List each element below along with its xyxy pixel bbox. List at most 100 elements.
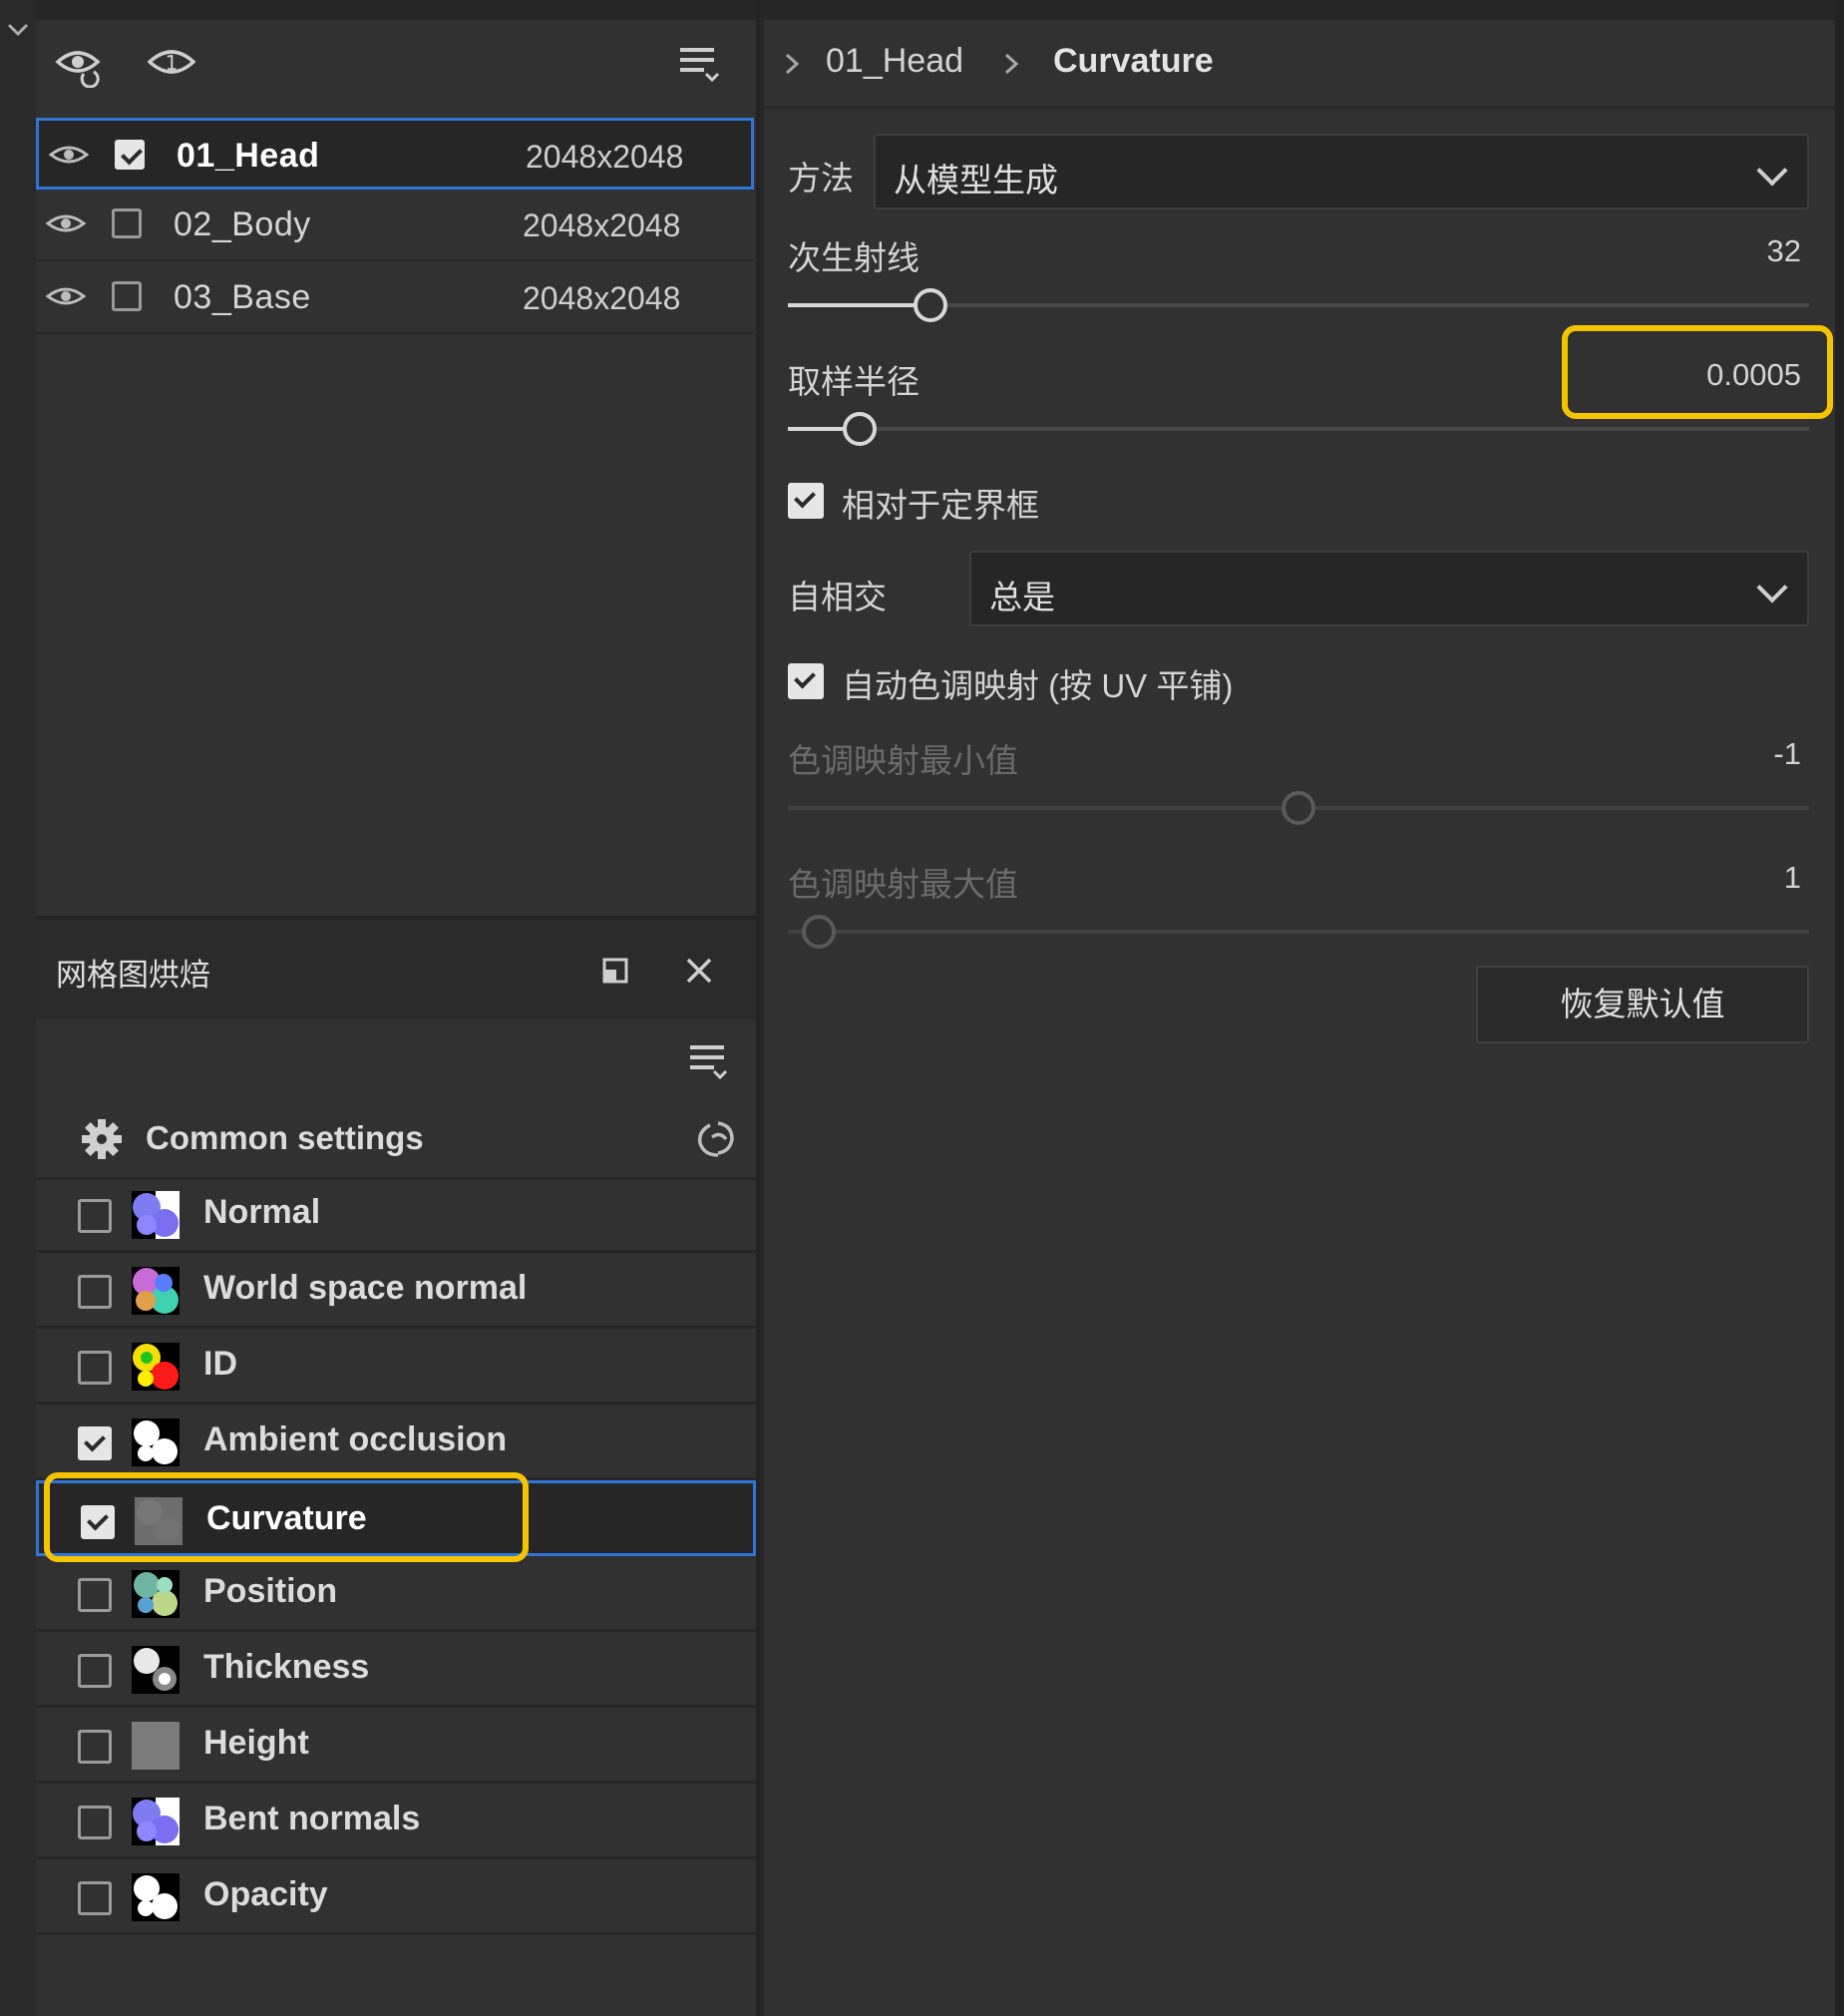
tonemap-min-value: -1 [1773, 736, 1801, 771]
breadcrumb-item-current: Curvature [1053, 42, 1214, 80]
layer-checkbox[interactable] [112, 281, 142, 311]
world-space-normal-map-icon [132, 1267, 180, 1315]
bake-map-label: Height [203, 1724, 309, 1762]
eye-one-icon[interactable]: 1 [148, 40, 195, 88]
layer-name: 03_Base [174, 278, 311, 316]
auto-tonemap-checkbox[interactable] [788, 663, 824, 699]
panel-top-border [764, 0, 1839, 20]
link-settings-icon[interactable] [690, 1117, 740, 1163]
properties-panel: 01_Head Curvature 方法 从模型生成 次生射线 32 取样半径 … [760, 0, 1839, 2016]
list-options-icon[interactable] [674, 40, 722, 88]
visibility-refresh-icon[interactable] [54, 40, 102, 88]
tonemap-max-label: 色调映射最大值 [788, 866, 1018, 903]
thickness-map-icon [132, 1646, 180, 1694]
relative-to-bbox-label: 相对于定界框 [842, 487, 1039, 524]
tonemap-max-value: 1 [1783, 860, 1801, 895]
bake-map-row[interactable]: Thickness [36, 1632, 756, 1708]
bake-map-checkbox[interactable] [78, 1199, 112, 1233]
chevron-down-icon [1756, 572, 1788, 604]
eye-icon[interactable] [46, 282, 86, 310]
bake-map-row[interactable]: Ambient occlusion [36, 1405, 756, 1480]
id-map-icon [132, 1343, 180, 1391]
bake-map-checkbox[interactable] [78, 1881, 112, 1915]
layer-row[interactable]: 03_Base 2048x2048 [36, 262, 754, 334]
slider-handle[interactable] [1282, 791, 1315, 825]
chevron-down-icon [1756, 155, 1788, 187]
bake-map-checkbox[interactable] [78, 1426, 112, 1460]
bake-map-checkbox[interactable] [78, 1654, 112, 1688]
self-intersect-dropdown[interactable]: 总是 [969, 551, 1809, 626]
bake-map-label: Bent normals [203, 1800, 421, 1837]
bake-map-label: Normal [203, 1193, 321, 1231]
layer-resolution: 2048x2048 [523, 207, 681, 243]
left-toolbar-strip [0, 0, 38, 2016]
slider-handle[interactable] [914, 288, 948, 322]
slider-handle[interactable] [842, 412, 877, 446]
breadcrumb-item-texture-set[interactable]: 01_Head [826, 42, 963, 81]
layer-row[interactable]: 01_Head 2048x2048 [36, 118, 754, 190]
sampling-radius-highlight [1562, 325, 1833, 419]
sampling-radius-label: 取样半径 [788, 363, 920, 400]
layer-resolution: 2048x2048 [523, 280, 681, 316]
layer-row[interactable]: 02_Body 2048x2048 [36, 190, 754, 261]
bake-map-label: Ambient occlusion [203, 1420, 508, 1458]
close-icon[interactable] [684, 956, 714, 986]
tonemap-min-label: 色调映射最小值 [788, 742, 1018, 779]
secondary-rays-label: 次生射线 [788, 239, 920, 276]
chevron-down-icon[interactable] [6, 20, 30, 40]
relative-to-bbox-checkbox[interactable] [788, 483, 824, 519]
layer-checkbox[interactable] [115, 140, 145, 170]
layer-resolution: 2048x2048 [526, 139, 684, 175]
method-label: 方法 [788, 160, 854, 197]
bake-map-checkbox[interactable] [78, 1578, 112, 1612]
reset-defaults-button[interactable]: 恢复默认值 [1476, 966, 1809, 1043]
bake-map-row[interactable]: Normal [36, 1177, 756, 1253]
bake-map-checkbox[interactable] [78, 1275, 112, 1309]
bake-map-row[interactable]: Position [36, 1556, 756, 1632]
chevron-right-icon [1004, 53, 1019, 75]
left-panel: 1 01_Head 2048x2048 02_Body 2048x2048 03_Bas… [36, 0, 756, 2016]
svg-text:1: 1 [166, 51, 179, 75]
eye-icon[interactable] [46, 209, 86, 237]
normal-map-icon [132, 1191, 180, 1239]
curvature-highlight [44, 1472, 529, 1562]
method-dropdown[interactable]: 从模型生成 [874, 134, 1809, 209]
method-value: 从模型生成 [894, 162, 1058, 199]
bent-normals-map-icon [132, 1798, 180, 1845]
self-intersect-value: 总是 [989, 579, 1055, 615]
bake-map-label: World space normal [203, 1269, 528, 1307]
slider-fill [788, 303, 931, 307]
layer-name: 02_Body [174, 205, 311, 243]
bake-map-label: Thickness [203, 1648, 370, 1686]
bake-map-checkbox[interactable] [78, 1730, 112, 1764]
opacity-map-icon [132, 1873, 180, 1921]
bake-map-row[interactable]: Height [36, 1708, 756, 1784]
bake-list-options-icon[interactable] [684, 1037, 732, 1085]
bake-map-row[interactable]: World space normal [36, 1253, 756, 1329]
layer-name: 01_Head [177, 137, 320, 175]
secondary-rays-value[interactable]: 32 [1661, 233, 1801, 269]
auto-tonemap-label: 自动色调映射 (按 UV 平铺) [842, 667, 1234, 704]
eye-icon[interactable] [49, 141, 89, 169]
ambient-occlusion-map-icon [132, 1418, 180, 1466]
self-intersect-label: 自相交 [788, 579, 887, 615]
gear-icon [82, 1119, 122, 1159]
common-settings-label: Common settings [146, 1119, 424, 1156]
bake-panel-header: 网格图烘焙 [36, 916, 756, 1019]
layer-checkbox[interactable] [112, 208, 142, 238]
bake-map-label: ID [203, 1345, 237, 1383]
slider-track[interactable] [788, 930, 1809, 934]
bake-map-row[interactable]: Bent normals [36, 1784, 756, 1859]
chevron-right-icon [785, 53, 800, 75]
common-settings-row[interactable]: Common settings [36, 1101, 756, 1180]
bake-map-row[interactable]: ID [36, 1329, 756, 1405]
slider-track[interactable] [788, 427, 1809, 431]
bake-map-checkbox[interactable] [78, 1806, 112, 1839]
bake-map-label: Opacity [203, 1875, 328, 1913]
slider-handle[interactable] [801, 915, 836, 949]
bake-map-row[interactable]: Opacity [36, 1859, 756, 1935]
breadcrumb: 01_Head Curvature [764, 22, 1839, 109]
bake-map-checkbox[interactable] [78, 1351, 112, 1385]
undock-icon[interactable] [600, 956, 630, 986]
height-map-icon [132, 1722, 180, 1770]
